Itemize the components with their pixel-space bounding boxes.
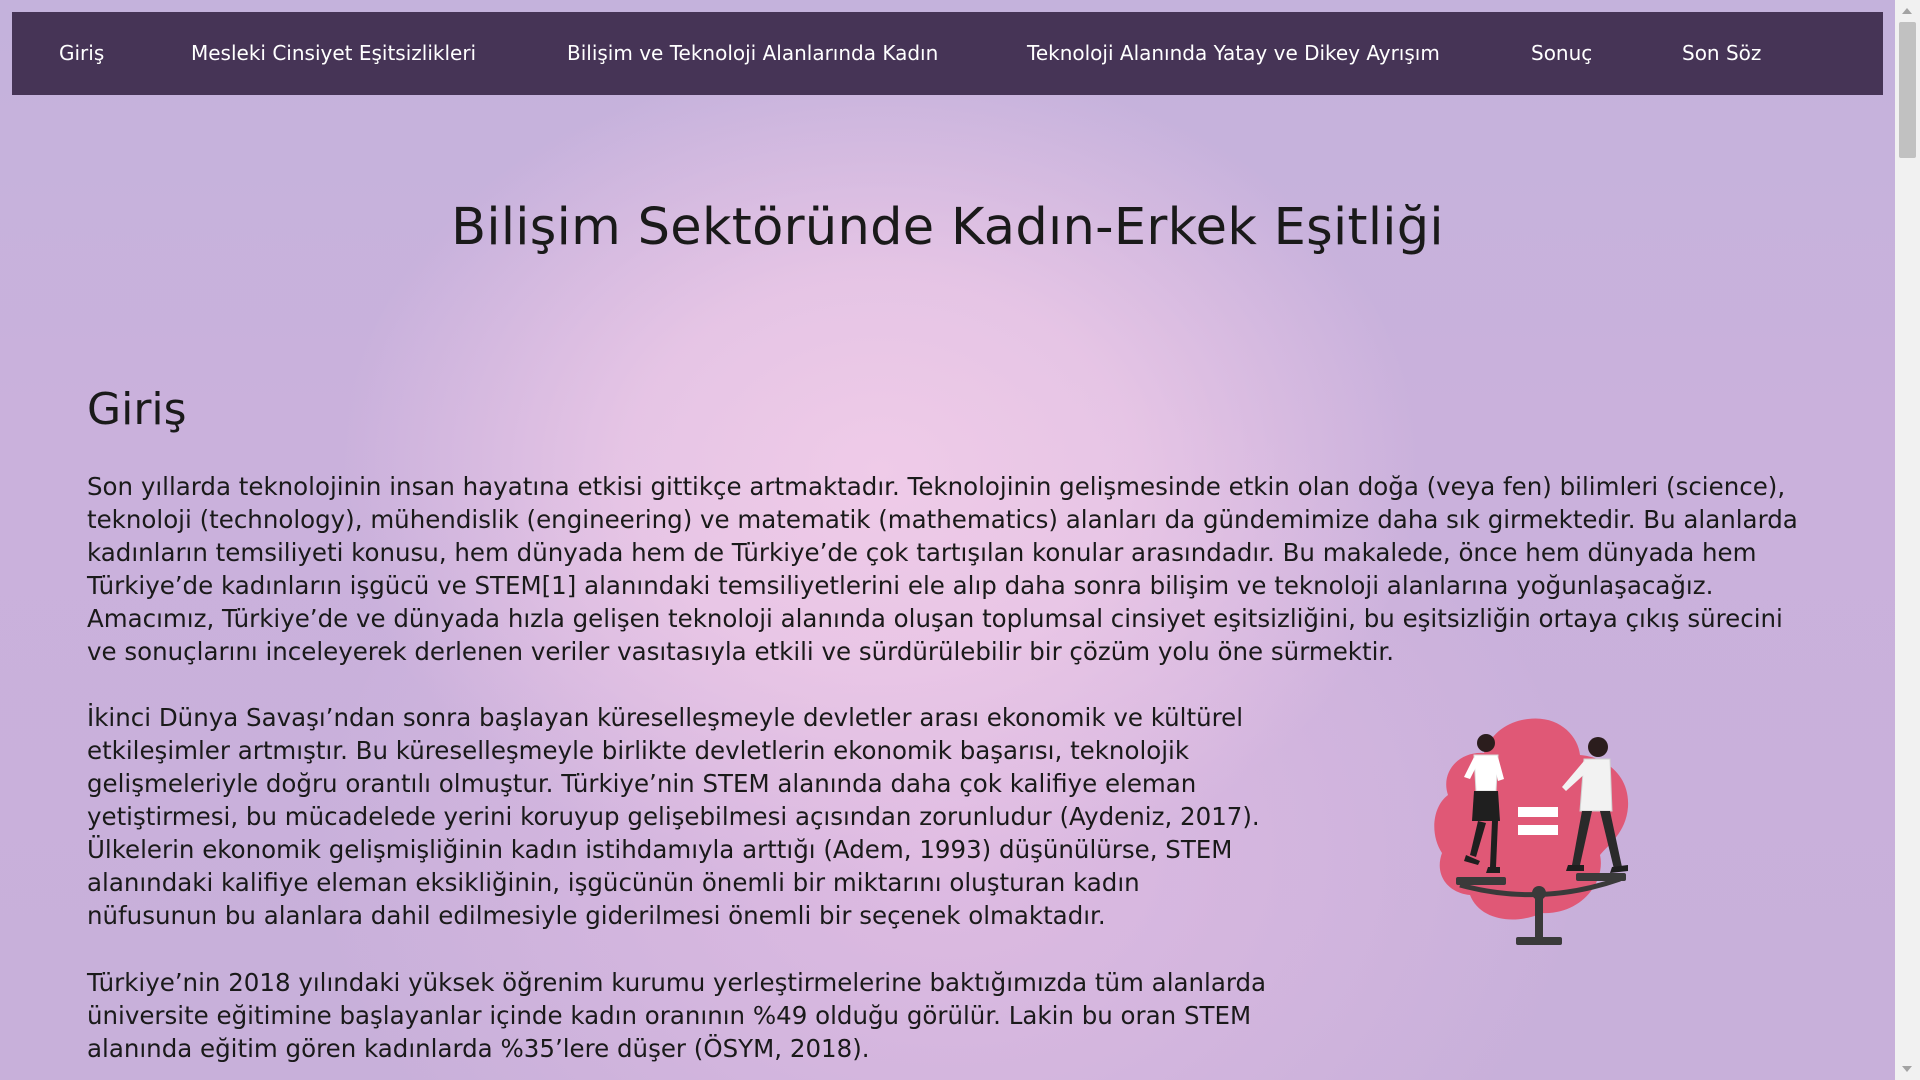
intro-paragraph-1: Son yıllarda teknolojinin insan hayatına… [87, 472, 1798, 666]
gender-equality-scale-icon [1430, 715, 1650, 955]
vertical-scrollbar[interactable] [1895, 0, 1920, 1080]
scroll-up-arrow-icon[interactable] [1902, 8, 1912, 14]
nav-item-giris[interactable]: Giriş [59, 12, 104, 95]
nav-item-mesleki-cinsiyet[interactable]: Mesleki Cinsiyet Eşitsizlikleri [191, 12, 476, 95]
intro-paragraph-2: İkinci Dünya Savaşı’ndan sonra başlayan … [87, 703, 1260, 930]
scroll-down-arrow-icon[interactable] [1902, 1066, 1912, 1072]
nav-item-bilisim-teknoloji[interactable]: Bilişim ve Teknoloji Alanlarında Kadın [567, 12, 938, 95]
nav-item-son-soz[interactable]: Son Söz [1682, 12, 1761, 95]
nav-item-yatay-dikey[interactable]: Teknoloji Alanında Yatay ve Dikey Ayrışı… [1027, 12, 1440, 95]
page-title: Bilişim Sektöründe Kadın-Erkek Eşitliği [451, 198, 1444, 257]
section-heading: Giriş [87, 384, 187, 435]
intro-paragraph-3: Türkiye’nin 2018 yılındaki yüksek öğreni… [87, 968, 1267, 1063]
nav-item-sonuc[interactable]: Sonuç [1531, 12, 1592, 95]
top-navbar: Giriş Mesleki Cinsiyet Eşitsizlikleri Bi… [12, 12, 1883, 95]
scroll-thumb[interactable] [1899, 22, 1916, 158]
